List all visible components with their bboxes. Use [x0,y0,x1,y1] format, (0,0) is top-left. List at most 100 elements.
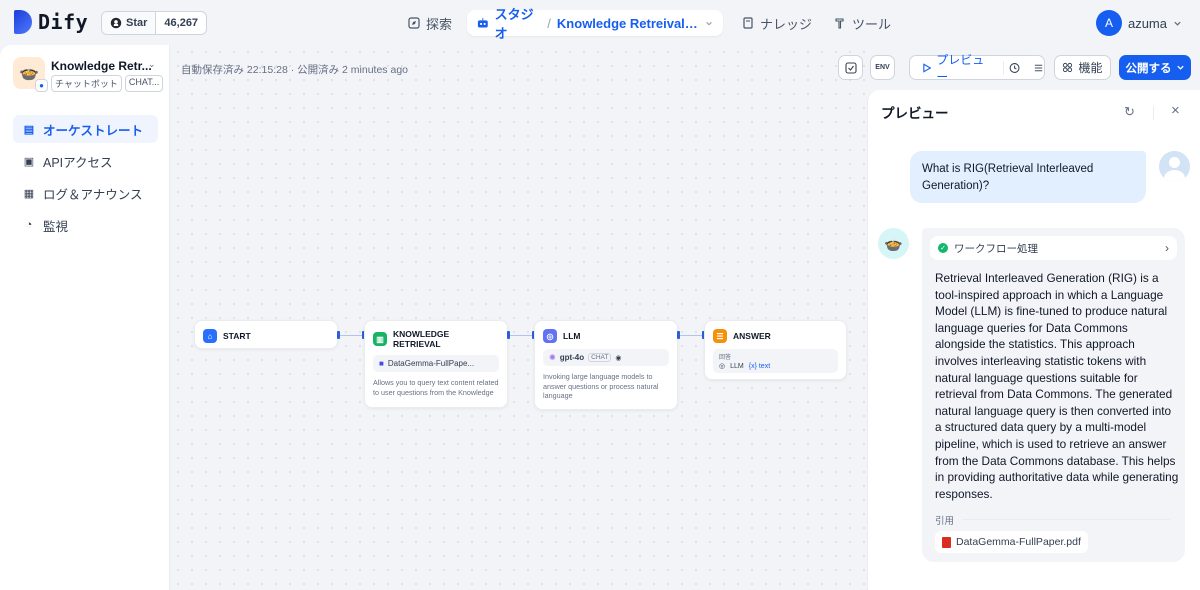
edge-connector [510,335,534,336]
checklist-button[interactable] [838,55,863,80]
sidebar-item-orchestrate[interactable]: ▤ オーケストレート [13,115,158,143]
node-title: START [223,331,251,341]
citation-divider [962,519,1170,520]
env-button[interactable]: ENV [870,55,895,80]
monitor-icon: ◔ [25,219,33,231]
sidebar-item-label: ログ＆アナウンス [43,187,143,202]
save-status: 自動保存済み 22:15:28 · 公開済み 2 minutes ago [181,64,408,76]
app-sidebar: 🍲 ● Knowledge Retr... ⌄ チャットボット CHAT... … [0,45,170,590]
nav-explore-label: 探索 [426,16,453,32]
citation-file-name: DataGemma-FullPaper.pdf [956,536,1081,548]
citation-file[interactable]: DataGemma-FullPaper.pdf [935,531,1088,553]
folder-icon: ■ [379,359,384,368]
preview-button[interactable]: プレビュー [909,53,1045,84]
workflow-canvas[interactable]: 自動保存済み 22:15:28 · 公開済み 2 minutes ago ⌂ S… [171,45,867,590]
app-icon[interactable]: 🍲 ● [13,57,48,92]
sidebar-item-logs[interactable]: ▦ ログ＆アナウンス [13,179,158,207]
citation-label: 引用 [935,516,955,527]
chevron-down-icon [1176,65,1184,70]
home-icon: ⌂ [203,329,217,343]
dify-logo[interactable]: Dify [14,10,88,34]
orchestrate-icon: ▤ [23,123,35,136]
workflow-process-toggle[interactable]: ✓ ワークフロー処理 › [930,236,1177,260]
publish-button-label: 公開する [1125,62,1172,75]
node-title: ANSWER [733,331,771,341]
node-title: KNOWLEDGE RETRIEVAL [392,329,450,349]
node-title: LLM [563,331,581,341]
sidebar-item-label: オーケストレート [43,123,144,138]
env-label: ENV [875,64,890,71]
nav-explore[interactable]: 探索 [408,10,452,36]
compass-icon [408,17,420,29]
edge-connector [680,335,704,336]
features-button[interactable]: 機能 [1054,55,1111,80]
brand-name: Dify [38,10,89,34]
edge-connector [340,335,364,336]
user-question-bubble: What is RIG(Retrieval Interleaved Genera… [910,151,1146,203]
llm-icon: ◎ [719,363,726,370]
user-menu[interactable]: A azuma [1095,10,1182,36]
breadcrumb-separator: / [547,15,551,31]
top-navigation: Dify Star 46,267 探索 スタジオ / Knowledge Ret… [0,0,1200,45]
list-icon[interactable] [1033,62,1044,74]
chevron-down-icon[interactable] [705,19,713,28]
workflow-process-label: ワークフロー処理 [954,242,1038,255]
chevron-down-icon[interactable]: ⌄ [148,59,156,70]
book-icon [743,17,753,29]
nav-knowledge[interactable]: ナレッジ [742,10,812,36]
chevron-down-icon [1174,21,1181,26]
app-name[interactable]: Knowledge Retr... [51,59,151,73]
answer-field[interactable]: 回答 ◎ LLM {x} text [713,349,838,373]
answer-field-label: 回答 [719,355,732,361]
app-mode-tag: CHAT... [124,75,164,92]
github-star-label: Star [126,17,148,29]
refresh-icon[interactable]: ↻ [1124,104,1135,120]
terminal-icon: ▣ [23,155,35,168]
user-name: azuma [1127,15,1167,31]
workflow-node-llm[interactable]: ◎ LLM ✺ gpt-4o CHAT ◉ Invoking large lan… [534,320,678,410]
bot-answer-bubble: ✓ ワークフロー処理 › Retrieval Interleaved Gener… [922,228,1185,562]
dataset-chip[interactable]: ■ DataGemma-FullPape... [373,355,499,372]
document-icon: ▦ [23,187,35,200]
dataset-name: DataGemma-FullPape... [387,359,475,368]
checklist-icon [844,61,857,74]
answer-variable: ◎ LLM {x} text [719,362,771,371]
sidebar-item-monitor[interactable]: ◔ 監視 [13,211,158,239]
github-star-button[interactable]: Star 46,267 [101,11,208,35]
user-avatar: A [1095,10,1122,36]
divider [1153,106,1154,120]
sidebar-item-label: APIアクセス [43,155,113,170]
workflow-node-knowledge-retrieval[interactable]: ▥ KNOWLEDGE RETRIEVAL ■ DataGemma-FullPa… [364,320,508,408]
workflow-node-start[interactable]: ⌂ START [194,320,338,349]
app-type-tag: チャットボット [51,75,122,92]
chevron-right-icon: › [1165,241,1169,255]
nav-tools-label: ツール [852,16,892,32]
node-description: Allows you to query text content related… [373,378,499,397]
current-app-name[interactable]: Knowledge Retreival + C... [557,16,699,31]
chatbot-badge-icon: ● [35,79,48,92]
dify-logo-mark [14,10,32,34]
github-icon [110,17,122,29]
eye-icon: ◉ [615,354,622,362]
check-circle-icon: ✓ [938,243,948,253]
variable-source: LLM [730,362,744,370]
nav-studio[interactable]: スタジオ / Knowledge Retreival + C... [467,7,723,41]
sidebar-item-api[interactable]: ▣ APIアクセス [13,147,158,175]
nav-tools[interactable]: ツール [834,10,891,36]
close-icon[interactable]: × [1171,102,1180,119]
variable-name: {x} text [748,362,771,370]
sidebar-item-label: 監視 [43,219,69,234]
publish-button[interactable]: 公開する [1119,55,1191,80]
robot-icon [477,17,488,28]
divider [1002,60,1004,75]
app-tags: チャットボット CHAT... [51,75,164,92]
openai-icon: ✺ [549,353,556,362]
preview-button-label: プレビュー [936,52,985,84]
history-icon[interactable] [1009,62,1020,74]
nav-studio-label: スタジオ [494,7,534,41]
answer-icon: ☰ [713,329,727,343]
model-chip[interactable]: ✺ gpt-4o CHAT ◉ [543,349,669,366]
node-description: Invoking large language models to answer… [543,372,659,401]
workflow-node-answer[interactable]: ☰ ANSWER 回答 ◎ LLM {x} text [704,320,847,380]
llm-icon: ◎ [543,329,557,343]
